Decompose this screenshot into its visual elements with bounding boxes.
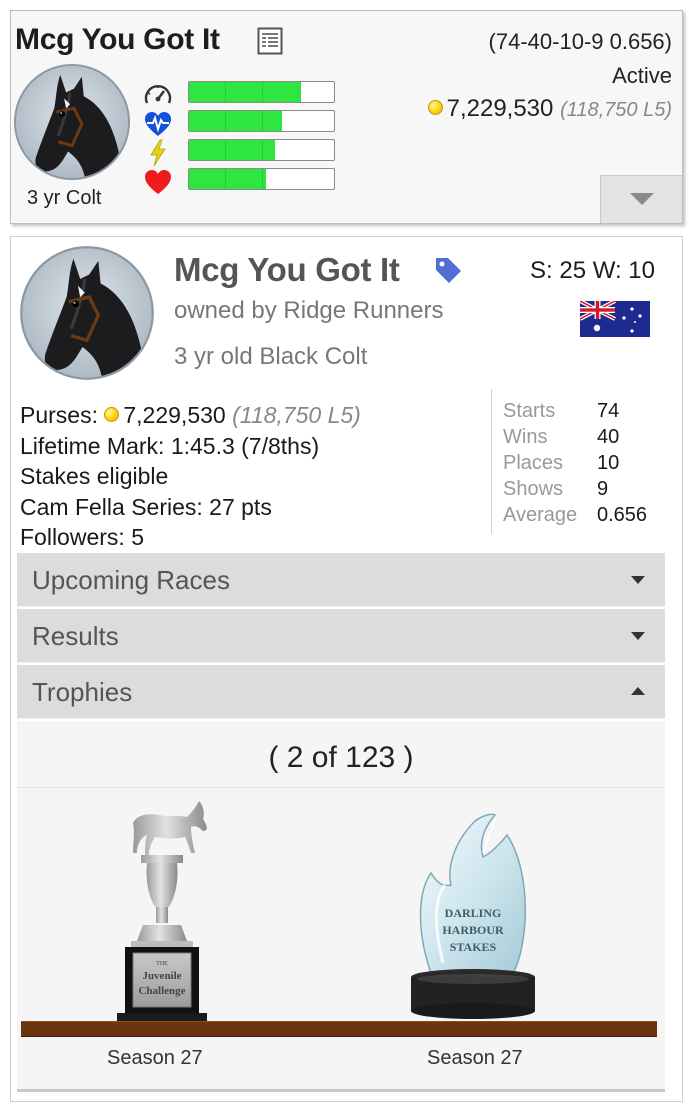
energy-bar xyxy=(188,139,335,161)
horse-description: 3 yr old Black Colt xyxy=(174,343,368,370)
horse-details: Purses: 7,229,530 (118,750 L5) Lifetime … xyxy=(20,400,361,553)
horse-name[interactable]: Mcg You Got It xyxy=(15,23,220,57)
trophy-shelf xyxy=(21,1021,657,1037)
stats-table: Starts 74 Wins 40 Places 10 Shows 9 Average 0… xyxy=(503,398,647,528)
australia-flag-icon xyxy=(580,301,650,337)
horse-summary-card[interactable]: Mcg You Got It (74-40-10-9 0.656) Active… xyxy=(10,10,683,224)
season-wins: S: 25 W: 10 xyxy=(530,257,655,284)
horse-avatar-large xyxy=(20,246,154,380)
tag-icon[interactable] xyxy=(433,255,463,285)
coin-icon xyxy=(104,407,120,423)
lifetime-mark: Lifetime Mark: 1:45.3 (7/8ths) xyxy=(20,432,320,459)
card-bottom-border xyxy=(17,1089,665,1092)
age-sex-label: 3 yr Colt xyxy=(27,187,102,209)
purse-l5: (118,750 L5) xyxy=(560,99,672,121)
horse-profile-card: Mcg You Got It owned by Ridge Runners 3 … xyxy=(10,236,683,1102)
trophy-plate-line3: STAKES xyxy=(450,940,497,954)
trophy-season: Season 27 xyxy=(427,1047,523,1069)
caret-down-icon xyxy=(631,576,645,584)
stat-value: 10 xyxy=(597,452,620,474)
trophy-season: Season 27 xyxy=(107,1047,203,1069)
purse-value: 7,229,530 xyxy=(446,95,554,122)
profile-horse-name: Mcg You Got It xyxy=(174,251,400,288)
trophy-plate-line2: Juvenile xyxy=(142,970,181,982)
section-title: Trophies xyxy=(32,677,133,707)
race-record: (74-40-10-9 0.656) xyxy=(488,29,672,54)
stat-row: Shows 9 xyxy=(503,476,647,502)
purses-l5: (118,750 L5) xyxy=(232,402,361,428)
stat-label: Places xyxy=(503,452,564,474)
heart-icon xyxy=(145,170,171,194)
trophy-plate-line1: THE xyxy=(156,961,168,967)
stat-label: Average xyxy=(503,504,578,526)
stat-row: Places 10 xyxy=(503,450,647,476)
trophies-section[interactable]: Trophies xyxy=(17,665,665,719)
series-points: Cam Fella Series: 27 pts xyxy=(20,493,272,520)
section-title: Upcoming Races xyxy=(32,565,230,595)
stamina-bar xyxy=(188,110,335,132)
caret-down-icon xyxy=(631,632,645,640)
lightning-icon xyxy=(150,139,166,167)
purse-total: 7,229,530 (118,750 L5) xyxy=(427,95,672,123)
stat-value: 0.656 xyxy=(597,504,648,526)
stat-label: Starts xyxy=(503,400,556,422)
status-label: Active xyxy=(612,63,672,88)
trophy-plate-line3: Challenge xyxy=(138,985,185,997)
coin-icon xyxy=(427,100,443,116)
speedometer-icon xyxy=(144,85,172,104)
purses-label: Purses: xyxy=(20,402,98,428)
notes-icon[interactable] xyxy=(257,27,283,55)
stat-row: Starts 74 xyxy=(503,398,647,424)
followers-count: Followers: 5 xyxy=(20,524,144,550)
stakes-eligible: Stakes eligible xyxy=(20,463,169,489)
stat-label: Shows xyxy=(503,478,564,500)
trophy-plate-line2: HARBOUR xyxy=(442,923,504,937)
stats-divider xyxy=(491,389,492,534)
darling-harbour-stakes-trophy[interactable]: DARLING HARBOUR STAKES xyxy=(403,813,553,1021)
chevron-down-icon xyxy=(630,193,654,205)
speed-bar xyxy=(188,81,335,103)
trophy-panel: ( 2 of 123 ) THE Juvenile Challenge DARL… xyxy=(17,721,665,1091)
stat-row: Average 0.656 xyxy=(503,502,647,528)
section-title: Results xyxy=(32,621,119,651)
stat-value: 74 xyxy=(597,400,620,422)
caret-up-icon xyxy=(631,687,645,695)
health-bar xyxy=(188,168,335,190)
expand-dropdown-button[interactable] xyxy=(600,175,682,223)
purses-line: Purses: 7,229,530 (118,750 L5) xyxy=(20,400,361,431)
stat-value: 40 xyxy=(597,426,620,448)
upcoming-races-section[interactable]: Upcoming Races xyxy=(17,553,665,607)
purses-value: 7,229,530 xyxy=(123,402,226,428)
juvenile-challenge-trophy[interactable]: THE Juvenile Challenge xyxy=(103,801,221,1027)
stat-label: Wins xyxy=(503,426,548,448)
stat-value: 9 xyxy=(597,478,609,500)
divider xyxy=(17,787,665,788)
trophy-plate-line1: DARLING xyxy=(445,906,502,920)
heart-pulse-icon xyxy=(145,112,171,136)
trophy-count: ( 2 of 123 ) xyxy=(268,741,414,774)
horse-avatar[interactable] xyxy=(13,63,131,181)
stat-row: Wins 40 xyxy=(503,424,647,450)
owner-label[interactable]: owned by Ridge Runners xyxy=(174,297,444,325)
results-section[interactable]: Results xyxy=(17,609,665,663)
